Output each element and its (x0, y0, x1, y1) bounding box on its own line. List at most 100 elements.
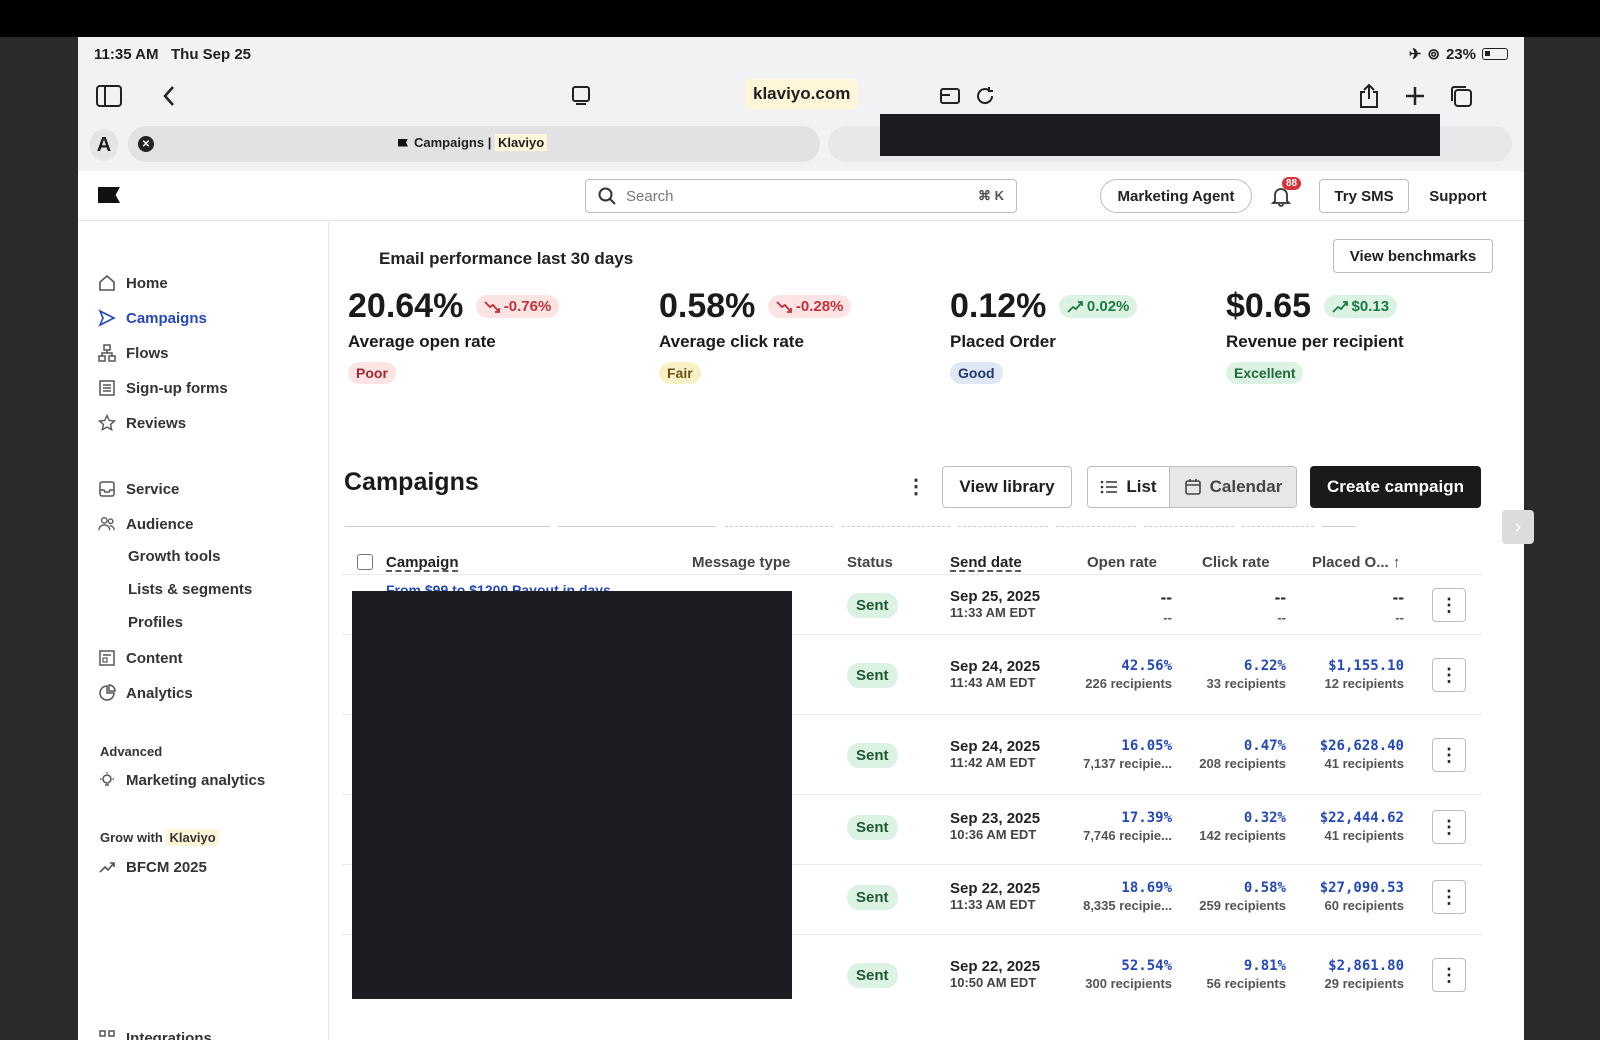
inbox-icon (98, 480, 116, 498)
sidebar-item-content[interactable]: Content (98, 649, 183, 667)
trend-down-icon (776, 300, 792, 313)
reload-icon[interactable] (968, 79, 1002, 113)
sidebar-item-reviews[interactable]: Reviews (98, 414, 186, 432)
notification-badge: 88 (1282, 177, 1302, 190)
star-icon (98, 414, 116, 432)
reader-icon[interactable] (564, 79, 598, 113)
filter-control[interactable] (842, 519, 950, 527)
filter-control[interactable] (1056, 519, 1136, 527)
sidebar-toggle-icon[interactable] (92, 79, 126, 113)
metric-open-rate: 20.64% -0.76% Average open rate Poor (348, 287, 560, 384)
marketing-agent-button[interactable]: Marketing Agent (1100, 179, 1252, 213)
klaviyo-logo-icon[interactable] (98, 187, 120, 203)
klaviyo-favicon-icon (398, 138, 408, 147)
column-header-click-rate[interactable]: Click rate (1202, 554, 1270, 571)
trend-down-icon (484, 300, 500, 313)
sidebar-item-analytics[interactable]: Analytics (98, 684, 193, 702)
try-sms-button[interactable]: Try SMS (1319, 179, 1409, 213)
metric-revenue-per-recipient: $0.65 $0.13 Revenue per recipient Excell… (1226, 287, 1404, 384)
rating-badge: Poor (348, 362, 396, 384)
more-options-icon[interactable]: ⋮ (906, 474, 926, 499)
filter-control[interactable] (345, 519, 550, 527)
status-badge: Sent (847, 743, 898, 768)
change-badge: -0.76% (475, 295, 560, 318)
tab-title: Campaigns (414, 135, 485, 150)
sidebar-item-growth-tools[interactable]: Growth tools (128, 548, 221, 565)
sidebar-item-campaigns[interactable]: Campaigns (98, 309, 207, 327)
sidebar-item-marketing-analytics[interactable]: Marketing analytics (98, 771, 265, 789)
filter-control[interactable] (958, 519, 1048, 527)
column-header-placed-order[interactable]: Placed O... ↑ (1312, 554, 1400, 571)
trend-up-icon (1331, 300, 1348, 313)
filter-control[interactable] (1144, 519, 1234, 527)
rating-badge: Fair (659, 362, 701, 384)
sidebar-item-profiles[interactable]: Profiles (128, 614, 183, 631)
ios-status-bar: 11:35 AM Thu Sep 25 ✈ ⊚ 23% (78, 37, 1524, 71)
extension-icon[interactable] (934, 79, 968, 113)
metric-placed-order: 0.12% 0.02% Placed Order Good (950, 287, 1138, 384)
select-all-checkbox[interactable] (357, 554, 373, 570)
calendar-view-button[interactable]: Calendar (1170, 467, 1296, 507)
change-badge: 0.02% (1058, 295, 1138, 318)
share-icon[interactable] (1352, 79, 1386, 113)
send-icon (98, 309, 116, 327)
sidebar-item-lists-segments[interactable]: Lists & segments (128, 581, 252, 598)
row-actions-icon[interactable]: ⋮ (1432, 880, 1466, 914)
view-library-button[interactable]: View library (942, 466, 1072, 508)
search-shortcut: ⌘ K (978, 188, 1004, 203)
home-icon (98, 274, 116, 292)
main-content: Email performance last 30 days View benc… (330, 222, 1524, 1040)
trend-up-icon (98, 858, 116, 876)
tab-campaigns[interactable]: ✕ Campaigns | Klaviyo (128, 126, 820, 162)
row-actions-icon[interactable]: ⋮ (1432, 958, 1466, 992)
column-header-open-rate[interactable]: Open rate (1087, 554, 1157, 571)
calendar-icon (1184, 479, 1201, 495)
close-icon[interactable]: ✕ (138, 136, 154, 152)
list-icon (1101, 480, 1118, 494)
status-badge: Sent (847, 815, 898, 840)
row-actions-icon[interactable]: ⋮ (1432, 658, 1466, 692)
form-icon (98, 379, 116, 397)
change-badge: -0.28% (767, 295, 852, 318)
sidebar-item-integrations[interactable]: Integrations (98, 1029, 212, 1040)
back-icon[interactable] (152, 79, 186, 113)
tab-site: Klaviyo (494, 134, 548, 151)
view-benchmarks-button[interactable]: View benchmarks (1333, 239, 1493, 273)
filter-control[interactable] (1322, 519, 1356, 527)
column-header-message-type: Message type (692, 554, 791, 571)
users-icon (98, 515, 116, 533)
filter-control[interactable] (725, 519, 833, 527)
create-campaign-button[interactable]: Create campaign (1310, 466, 1481, 508)
rating-badge: Excellent (1226, 362, 1304, 384)
row-actions-icon[interactable]: ⋮ (1432, 588, 1466, 622)
sidebar-item-home[interactable]: Home (98, 274, 168, 292)
support-button[interactable]: Support (1418, 179, 1498, 213)
battery-percent: 23% (1445, 45, 1476, 63)
chevron-right-icon[interactable]: › (1502, 510, 1534, 544)
column-header-send-date[interactable]: Send date (950, 554, 1022, 571)
address-bar[interactable]: klaviyo.com (745, 79, 859, 109)
sidebar-item-bfcm[interactable]: BFCM 2025 (98, 858, 207, 876)
filter-control[interactable] (558, 519, 716, 527)
search-placeholder: Search (626, 187, 674, 205)
filter-control[interactable] (1242, 519, 1314, 527)
view-toggle: List Calendar (1087, 466, 1297, 508)
sidebar-item-flows[interactable]: Flows (98, 344, 169, 362)
row-actions-icon[interactable]: ⋮ (1432, 810, 1466, 844)
font-settings-icon[interactable]: A (90, 129, 118, 161)
status-badge: Sent (847, 593, 898, 618)
flows-icon (98, 344, 116, 362)
sidebar: Home Campaigns Flows Sign-up forms Revie… (78, 222, 329, 1040)
new-tab-icon[interactable] (1398, 79, 1432, 113)
sidebar-item-audience[interactable]: Audience (98, 515, 194, 533)
row-actions-icon[interactable]: ⋮ (1432, 738, 1466, 772)
column-header-campaign[interactable]: Campaign (386, 554, 459, 571)
airplane-icon: ✈ (1408, 46, 1422, 63)
search-input[interactable]: Search ⌘ K (585, 179, 1017, 213)
tabs-overview-icon[interactable] (1444, 79, 1478, 113)
redacted-area (352, 591, 792, 999)
sidebar-item-signup-forms[interactable]: Sign-up forms (98, 379, 228, 397)
status-badge: Sent (847, 963, 898, 988)
sidebar-item-service[interactable]: Service (98, 480, 179, 498)
list-view-button[interactable]: List (1088, 467, 1170, 507)
